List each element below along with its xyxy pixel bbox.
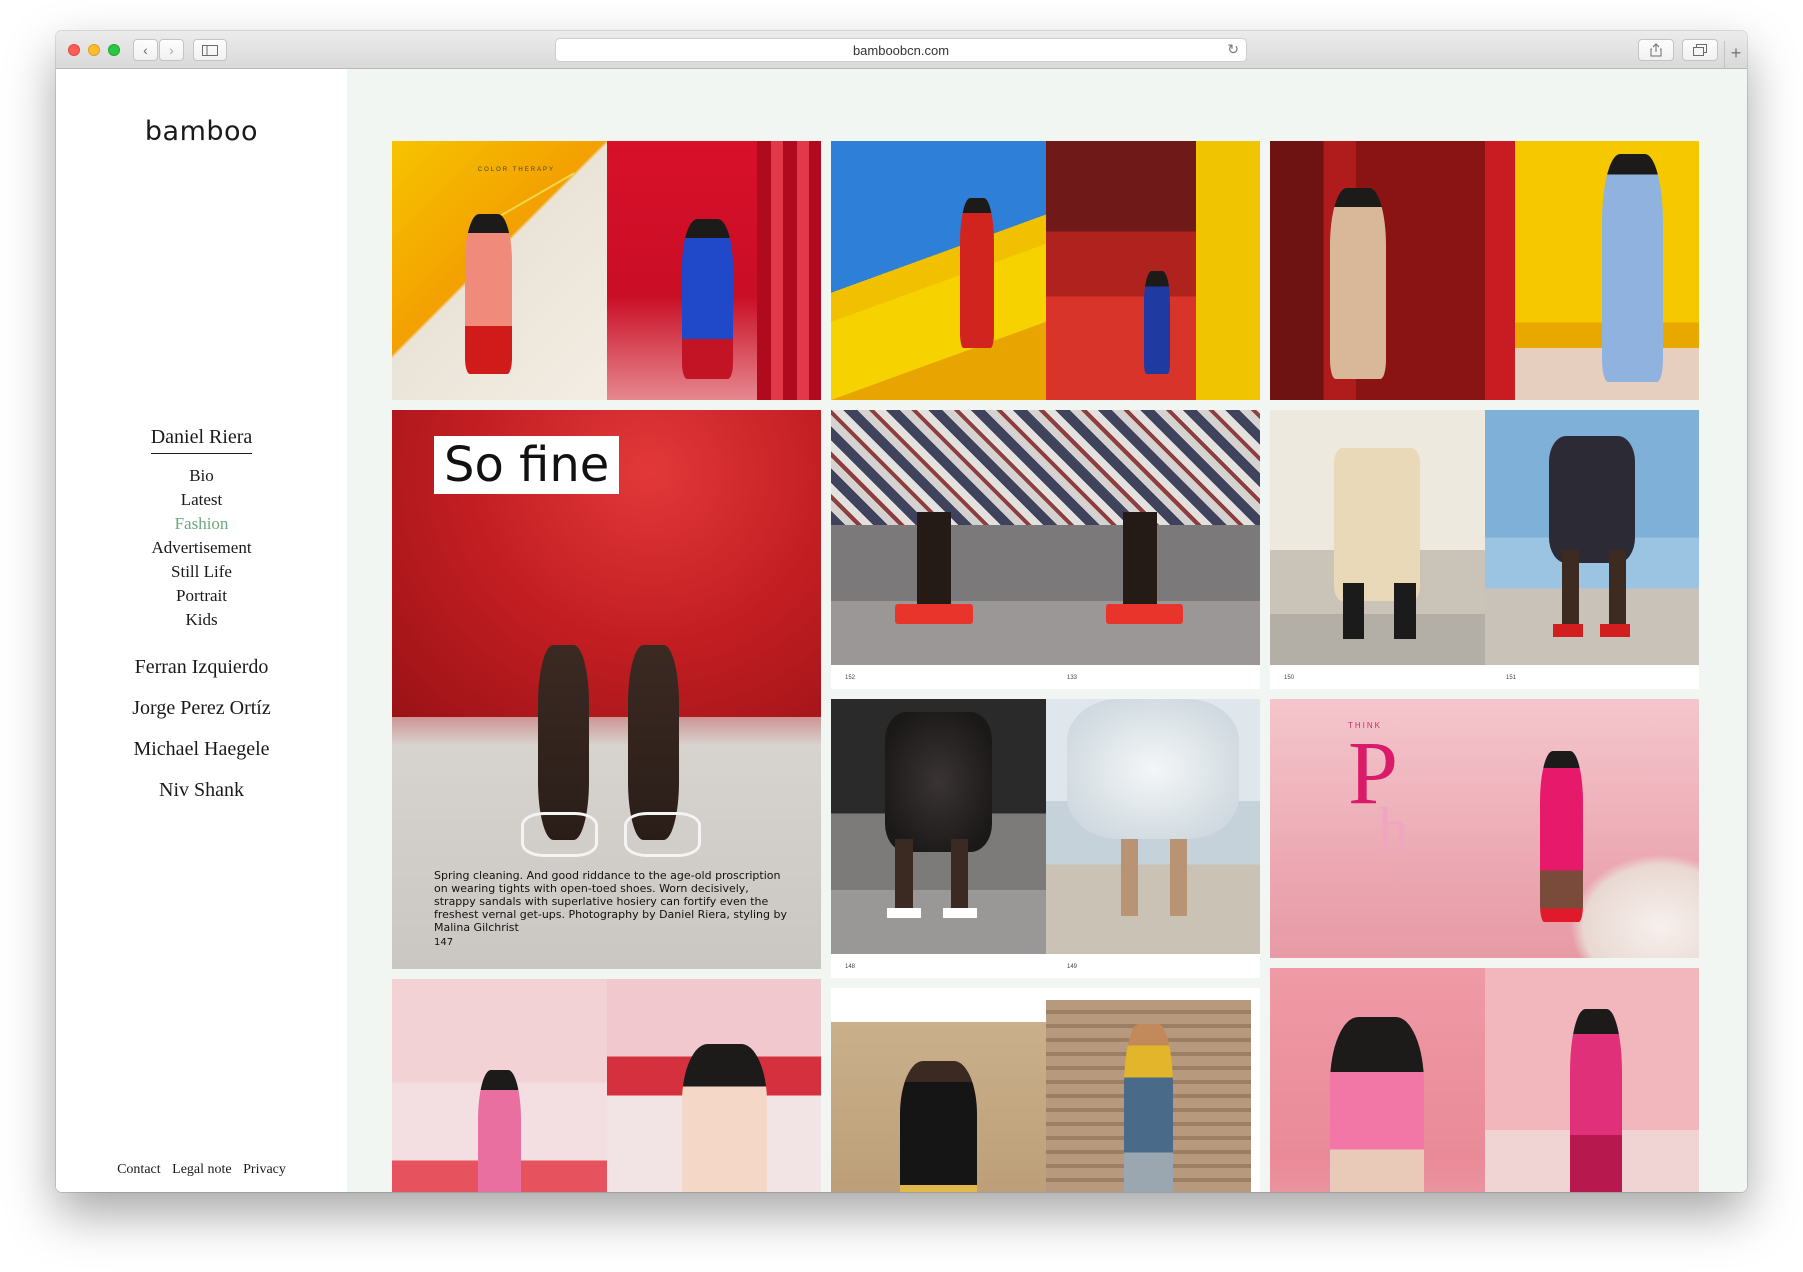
- sidebar-toggle-button[interactable]: [193, 39, 227, 61]
- gallery-tile[interactable]: [392, 979, 821, 1192]
- photo-right: [1484, 141, 1699, 400]
- model-figure: [1123, 1023, 1174, 1192]
- footer-link-legal[interactable]: Legal note: [172, 1162, 231, 1177]
- model-figure: [1330, 1016, 1425, 1192]
- reload-icon[interactable]: ↻: [1227, 41, 1239, 58]
- zoom-window-button[interactable]: [108, 44, 120, 56]
- subnav-item-portrait[interactable]: Portrait: [56, 584, 347, 608]
- photo: [831, 410, 1260, 665]
- gallery-grid: COLOR THERAPY So fine Spring cleaning. A…: [347, 69, 1747, 1192]
- url-text: bamboobcn.com: [852, 42, 950, 58]
- model-figure: [1144, 270, 1170, 375]
- pink-letter-h: h: [1378, 796, 1408, 862]
- plus-icon: +: [1730, 43, 1742, 63]
- share-icon: [1650, 43, 1662, 57]
- forward-button[interactable]: ›: [159, 39, 184, 61]
- model-figure: [681, 218, 734, 380]
- nav-photographer[interactable]: Jorge Perez Ortíz: [56, 697, 347, 720]
- photo-left: [831, 141, 1046, 400]
- model-figure: [959, 197, 994, 349]
- photo-left: [831, 1022, 1046, 1192]
- page-number: 152: [845, 675, 856, 681]
- footer-link-privacy[interactable]: Privacy: [243, 1162, 286, 1177]
- model-figure: [899, 1060, 977, 1192]
- address-bar[interactable]: bamboobcn.com ↻: [555, 38, 1247, 62]
- model-figure: [1330, 187, 1386, 380]
- gallery-tile[interactable]: [1270, 141, 1699, 400]
- gallery-tile[interactable]: So fine Spring cleaning. And good riddan…: [392, 410, 821, 969]
- model-figure: [477, 1069, 521, 1192]
- photo-left: [392, 979, 607, 1192]
- page-number: 149: [1067, 964, 1078, 970]
- page-number: 150: [1284, 675, 1295, 681]
- back-button[interactable]: ‹: [133, 39, 158, 61]
- photo-right: [1484, 968, 1699, 1192]
- gallery-tile[interactable]: 148 149: [831, 699, 1260, 978]
- subnav-item-latest[interactable]: Latest: [56, 488, 347, 512]
- gallery-tile[interactable]: [1270, 968, 1699, 1192]
- footer-link-contact[interactable]: Contact: [117, 1162, 161, 1177]
- tabs-overview-button[interactable]: [1682, 39, 1718, 61]
- photo-right: [1045, 1000, 1252, 1192]
- model-figure: [1540, 750, 1584, 922]
- photo-left: [1270, 141, 1485, 400]
- photo-right: [1045, 141, 1260, 400]
- so-fine-title: So fine: [434, 436, 620, 494]
- photographer-subnav: Bio Latest Fashion Advertisement Still L…: [56, 464, 347, 632]
- subnav-item-advertisement[interactable]: Advertisement: [56, 536, 347, 560]
- photo-right: [606, 979, 821, 1192]
- subnav-item-fashion[interactable]: Fashion: [56, 512, 347, 536]
- subnav-item-still-life[interactable]: Still Life: [56, 560, 347, 584]
- minimize-window-button[interactable]: [88, 44, 100, 56]
- close-window-button[interactable]: [68, 44, 80, 56]
- color-therapy-label: COLOR THERAPY: [477, 167, 556, 173]
- photo-left: [831, 699, 1046, 954]
- nav-photographer[interactable]: Niv Shank: [56, 779, 347, 802]
- photo-left: [1270, 410, 1485, 665]
- new-tab-button[interactable]: +: [1724, 41, 1747, 69]
- browser-window: ‹ › bamboobcn.com ↻ + bamboo Daniel Rier…: [56, 31, 1747, 1192]
- sidebar: bamboo Daniel Riera Bio Latest Fashion A…: [56, 69, 347, 1192]
- gallery-tile[interactable]: 150 151: [1270, 410, 1699, 689]
- gallery-tile[interactable]: COLOR THERAPY: [392, 141, 821, 400]
- photo-right: [1484, 410, 1699, 665]
- nav-photographer-active[interactable]: Daniel Riera: [150, 426, 253, 454]
- site-logo[interactable]: bamboo: [56, 116, 347, 147]
- page-content: bamboo Daniel Riera Bio Latest Fashion A…: [56, 69, 1747, 1192]
- chevron-right-icon: ›: [169, 42, 174, 58]
- model-figure: [464, 213, 513, 375]
- sidebar-icon: [202, 44, 218, 56]
- gallery-tile[interactable]: [831, 141, 1260, 400]
- photographer-nav: Daniel Riera Bio Latest Fashion Advertis…: [56, 426, 347, 802]
- share-button[interactable]: [1638, 39, 1674, 61]
- gallery-tile[interactable]: [831, 988, 1260, 1192]
- nav-photographer[interactable]: Ferran Izquierdo: [56, 656, 347, 679]
- photo-right: [1045, 699, 1260, 954]
- sidebar-footer: Contact Legal note Privacy: [56, 1162, 347, 1178]
- page-number: 151: [1506, 675, 1517, 681]
- model-figure: [1602, 153, 1663, 382]
- page-number: 133: [1067, 675, 1078, 681]
- so-fine-caption: Spring cleaning. And good riddance to th…: [434, 869, 787, 934]
- model-figure: [681, 1043, 768, 1192]
- gallery-tile[interactable]: THINK P h: [1270, 699, 1699, 958]
- photo-left: COLOR THERAPY: [392, 141, 607, 400]
- subnav-item-bio[interactable]: Bio: [56, 464, 347, 488]
- tabs-icon: [1693, 44, 1707, 56]
- nav-photographer[interactable]: Michael Haegele: [56, 738, 347, 761]
- photo-left: [1270, 968, 1485, 1192]
- browser-titlebar: ‹ › bamboobcn.com ↻ +: [56, 31, 1747, 69]
- photo-right: [606, 141, 821, 400]
- subnav-item-kids[interactable]: Kids: [56, 608, 347, 632]
- gallery-tile[interactable]: 152 133: [831, 410, 1260, 689]
- chevron-left-icon: ‹: [143, 42, 148, 58]
- page-number: 148: [845, 964, 856, 970]
- model-figure: [1570, 1008, 1622, 1192]
- so-fine-page-number: 147: [434, 937, 454, 948]
